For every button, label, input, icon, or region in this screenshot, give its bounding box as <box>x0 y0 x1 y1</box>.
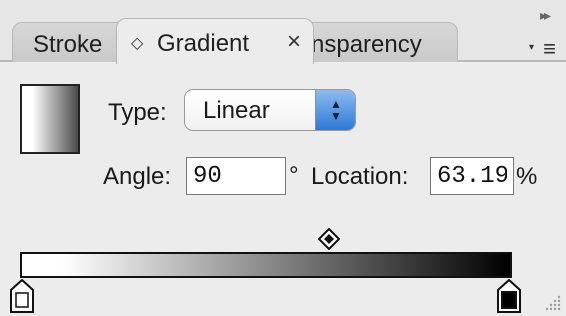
location-label: Location: <box>311 163 409 190</box>
menu-icon: ≡ <box>543 36 556 61</box>
type-select-value: Linear <box>203 97 270 124</box>
location-input[interactable] <box>431 158 513 194</box>
type-label: Type: <box>108 99 167 126</box>
panel-menu-button[interactable]: ▾ ≡ <box>514 24 566 62</box>
tab-transparency-label: nsparency <box>311 31 422 58</box>
tab-toggle-icon[interactable]: ◇ <box>131 36 143 52</box>
tab-stroke[interactable]: Stroke <box>12 22 132 62</box>
tab-transparency[interactable]: nsparency <box>300 22 458 62</box>
gradient-stop-right-icon[interactable] <box>497 279 521 313</box>
close-icon[interactable]: × <box>287 30 301 54</box>
gradient-slider[interactable] <box>20 252 512 278</box>
degree-symbol: ° <box>289 162 299 189</box>
gradient-panel: Stroke nsparency ◇ Gradient × ▸▸ ▾ ≡ Typ… <box>0 0 566 316</box>
midpoint-diamond-icon[interactable] <box>318 228 340 250</box>
gradient-stop-left-icon[interactable] <box>10 279 34 313</box>
resize-grip-icon[interactable] <box>544 294 562 312</box>
angle-label: Angle: <box>103 163 172 190</box>
select-arrows[interactable]: ▲ ▼ <box>315 90 355 130</box>
collapse-icon[interactable]: ▸▸ <box>540 8 551 22</box>
menu-arrow-icon: ▾ <box>528 42 534 53</box>
gradient-swatch[interactable] <box>20 84 80 154</box>
tab-gradient-label: Gradient <box>157 30 250 57</box>
angle-field[interactable] <box>186 157 286 195</box>
location-field[interactable] <box>430 157 514 195</box>
angle-input[interactable] <box>187 158 285 194</box>
tab-stroke-label: Stroke <box>33 31 103 58</box>
type-select[interactable]: Linear ▲ ▼ <box>184 89 356 131</box>
chevron-down-icon: ▼ <box>330 109 342 123</box>
tab-gradient[interactable]: ◇ Gradient × <box>116 18 314 64</box>
percent-label: % <box>516 163 538 190</box>
